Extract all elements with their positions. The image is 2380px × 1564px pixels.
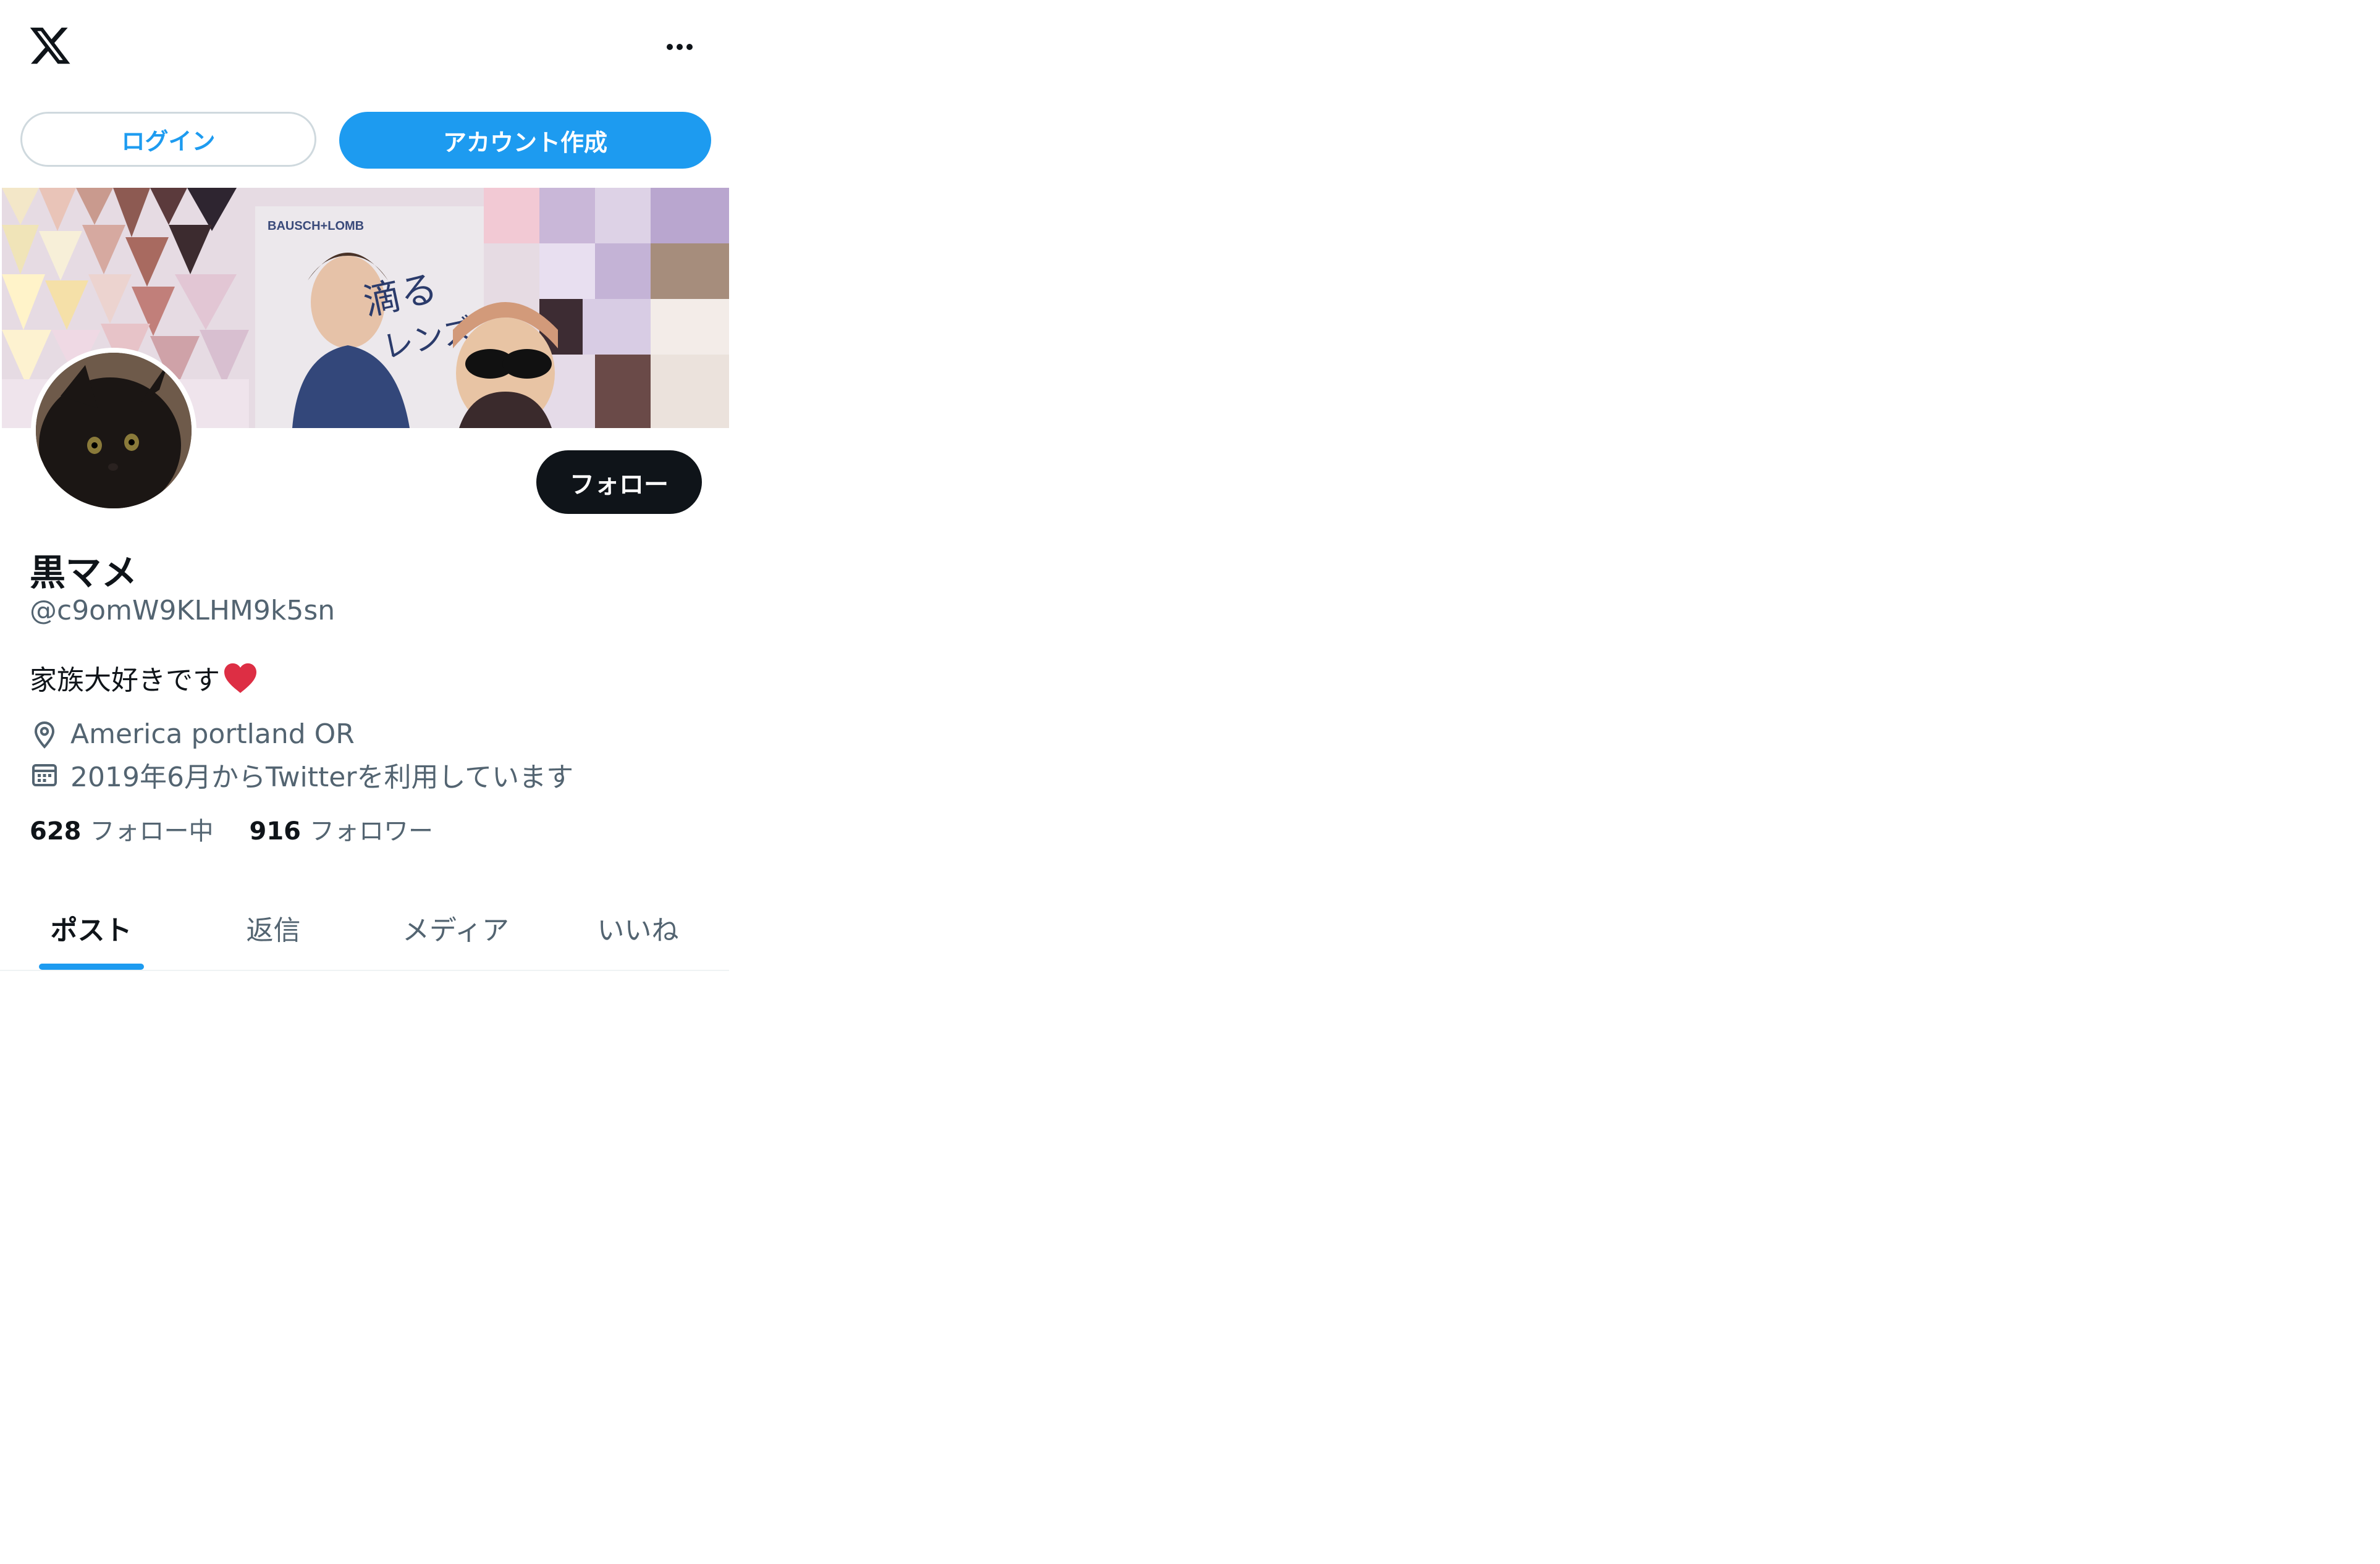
followers-link[interactable]: 916 フォロワー [250,811,434,847]
create-account-button[interactable]: アカウント作成 [339,112,711,169]
profile-joined-date: 2019年6月からTwitterを利用しています [30,755,573,794]
red-heart-icon [222,662,258,694]
calendar-icon [30,760,59,789]
more-horizontal-icon [667,44,673,50]
x-logo-icon[interactable] [28,23,72,68]
tab-label: メディア [402,915,509,946]
follow-button[interactable]: フォロー [536,450,702,514]
joined-text: 2019年6月からTwitterを利用しています [70,762,574,793]
tab-replies[interactable]: 返信 [182,889,365,970]
following-count: 628 [30,817,82,846]
tab-likes[interactable]: いいね [547,889,729,970]
tab-label: いいね [597,915,679,946]
profile-location: America portland OR [30,718,355,750]
tab-label: ポスト [50,915,132,946]
bio: 家族大好きです [30,658,258,697]
tab-label: 返信 [246,915,301,946]
svg-text:BAUSCH+LOMB: BAUSCH+LOMB [268,219,364,233]
followers-label: フォロワー [310,817,433,846]
follow-button-label: フォロー [570,470,669,499]
profile-column: ログイン アカウント作成 BAUSCH+LOMB 滴る レンズ フォロー 黒マメ… [0,0,729,973]
location-pin-icon [30,720,59,749]
active-tab-indicator [38,964,144,970]
tab-media[interactable]: メディア [365,889,547,970]
page: ログイン アカウント作成 BAUSCH+LOMB 滴る レンズ フォロー 黒マメ… [0,0,2380,1564]
avatar-image [36,353,192,508]
following-label: フォロー中 [90,817,214,846]
user-handle: @c9omW9KLHM9k5sn [30,595,335,626]
login-button-label: ログイン [121,128,216,155]
tab-posts[interactable]: ポスト [0,889,182,970]
bio-text: 家族大好きです [30,665,220,696]
login-button[interactable]: ログイン [20,112,316,167]
follow-stats: 628 フォロー中 916 フォロワー [30,811,469,847]
display-name: 黒マメ [30,552,138,594]
followers-count: 916 [249,817,302,846]
create-account-button-label: アカウント作成 [442,128,607,156]
profile-tabs: ポスト 返信 メディア いいね [0,889,729,971]
avatar[interactable] [31,348,196,513]
following-link[interactable]: 628 フォロー中 [30,811,214,847]
more-options-button[interactable] [655,30,704,64]
location-text: America portland OR [70,718,355,750]
